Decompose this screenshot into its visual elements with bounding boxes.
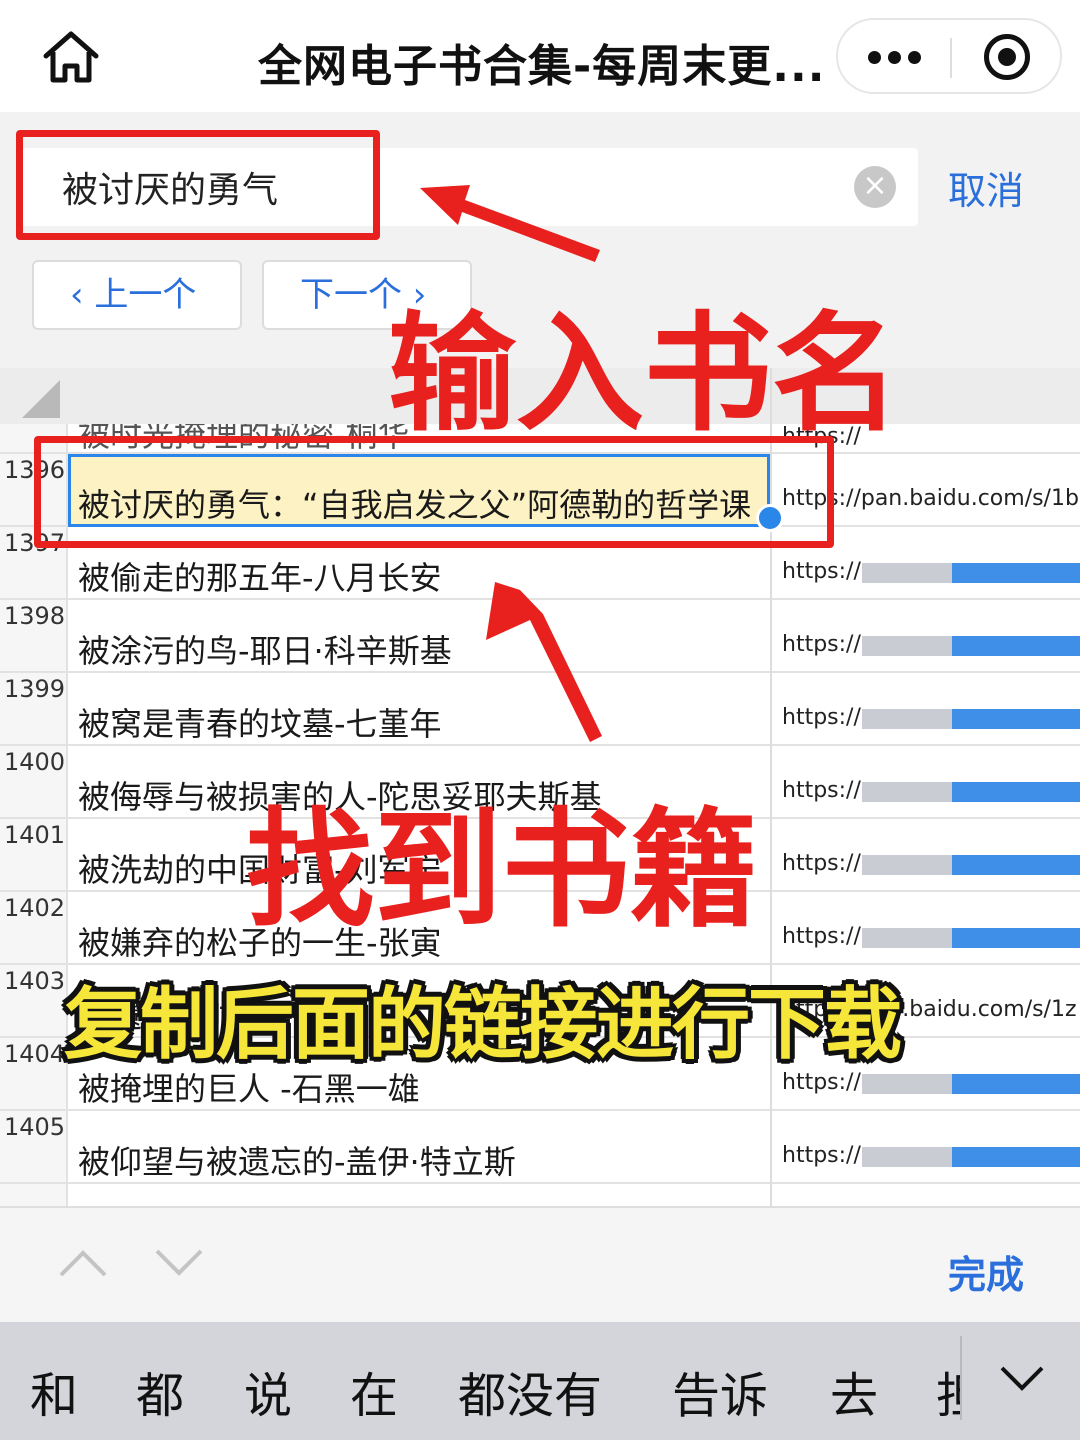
book-title-cell[interactable]: 被偷走的那五年-八月长安 — [78, 553, 768, 599]
redaction-mask — [952, 782, 1080, 802]
chevron-left-icon: ‹ — [70, 275, 95, 315]
search-highlight-box — [16, 130, 380, 240]
redaction-mask — [952, 636, 1080, 656]
candidate-word[interactable]: 告诉 — [672, 1356, 768, 1426]
row-number: 1400 — [4, 748, 66, 776]
book-title-cell[interactable]: 被仰望与被遗忘的-盖伊·特立斯 — [78, 1137, 768, 1183]
link-text: https:// — [782, 851, 861, 876]
link-text: https:// — [782, 632, 861, 657]
candidate-word[interactable]: 说 — [244, 1356, 292, 1426]
annotation-copy-link: 复制后面的链接进行下载 — [64, 980, 902, 1070]
row-number: 1404 — [4, 1040, 66, 1068]
candidate-word[interactable]: 都 — [136, 1356, 184, 1426]
capsule-divider — [950, 38, 952, 78]
row-number: 1401 — [4, 821, 66, 849]
redaction-mask — [862, 709, 952, 729]
row-number: 1399 — [4, 675, 66, 703]
redaction-mask — [952, 855, 1080, 875]
table-row[interactable]: 1398 被涂污的鸟-耶日·科辛斯基 https:// — [0, 600, 1080, 673]
candidate-word[interactable]: 在 — [350, 1356, 398, 1426]
row-number: 1402 — [4, 894, 66, 922]
redaction-mask — [862, 928, 952, 948]
link-text: https:// — [782, 778, 861, 803]
row-number: 1398 — [4, 602, 66, 630]
redaction-mask — [952, 709, 1080, 729]
table-row[interactable]: 1405 被仰望与被遗忘的-盖伊·特立斯 https:// — [0, 1111, 1080, 1184]
book-title-cell[interactable]: 被涂污的鸟-耶日·科辛斯基 — [78, 626, 768, 672]
keyboard-candidate-bar: 和 都 说 在 都没有 告诉 去 担 — [0, 1322, 1080, 1440]
candidate-word[interactable]: 都没有 — [458, 1356, 602, 1426]
previous-label: 上一个 — [94, 275, 197, 315]
link-cell[interactable]: https:// — [782, 559, 1080, 589]
redaction-mask — [952, 1074, 1080, 1094]
redaction-mask — [862, 636, 952, 656]
previous-result-button[interactable]: ‹ 上一个 — [32, 260, 242, 330]
annotation-found-book: 找到书籍 — [246, 796, 759, 945]
link-cell[interactable]: https:// — [782, 632, 1080, 662]
link-cell[interactable]: https:// — [782, 705, 1080, 735]
link-cell[interactable]: https:// — [782, 1070, 1080, 1100]
row-number: 1405 — [4, 1113, 66, 1141]
find-bar: 完成 — [0, 1206, 1080, 1322]
chevron-down-icon[interactable] — [998, 1364, 1046, 1394]
row-number: 1403 — [4, 967, 66, 995]
link-text: https:// — [782, 924, 861, 949]
link-cell[interactable]: https:// — [782, 851, 1080, 881]
candidate-word[interactable]: 去 — [830, 1356, 878, 1426]
candidate-word[interactable]: 和 — [30, 1356, 78, 1426]
redaction-mask — [862, 1074, 952, 1094]
redaction-mask — [862, 782, 952, 802]
chevron-up-icon[interactable] — [58, 1248, 108, 1278]
link-cell[interactable]: https:// — [782, 1143, 1080, 1173]
mini-program-capsule — [836, 18, 1062, 94]
page-title: 全网电子书合集-每周末更... — [258, 41, 826, 92]
link-text: https:// — [782, 1143, 861, 1168]
redaction-mask — [862, 1147, 952, 1167]
annotation-input-book-name: 输入书名 — [388, 300, 901, 449]
clear-icon[interactable]: × — [854, 166, 896, 208]
redaction-mask — [862, 855, 952, 875]
link-text: https:// — [782, 705, 861, 730]
target-icon[interactable] — [984, 34, 1030, 80]
redaction-mask — [952, 928, 1080, 948]
home-icon[interactable] — [40, 28, 102, 86]
candidate-separator — [960, 1336, 962, 1420]
candidate-word[interactable]: 担 — [936, 1356, 960, 1426]
chevron-down-icon[interactable] — [154, 1248, 204, 1278]
link-cell[interactable]: https:// — [782, 778, 1080, 808]
nav-bar: 全网电子书合集-每周末更... — [0, 0, 1080, 112]
book-title-cell[interactable]: 被窝是青春的坟墓-七堇年 — [78, 699, 768, 745]
redaction-mask — [862, 563, 952, 583]
done-button[interactable]: 完成 — [948, 1244, 1024, 1299]
select-all-corner[interactable] — [22, 380, 60, 418]
cancel-button[interactable]: 取消 — [948, 160, 1024, 215]
next-label: 下一个 — [300, 275, 402, 315]
more-dots-icon[interactable] — [868, 48, 924, 66]
redaction-mask — [952, 563, 1080, 583]
redaction-mask — [952, 1147, 1080, 1167]
link-text: https:// — [782, 559, 861, 584]
table-row[interactable]: 1399 被窝是青春的坟墓-七堇年 https:// — [0, 673, 1080, 746]
link-cell[interactable]: https:// — [782, 924, 1080, 954]
